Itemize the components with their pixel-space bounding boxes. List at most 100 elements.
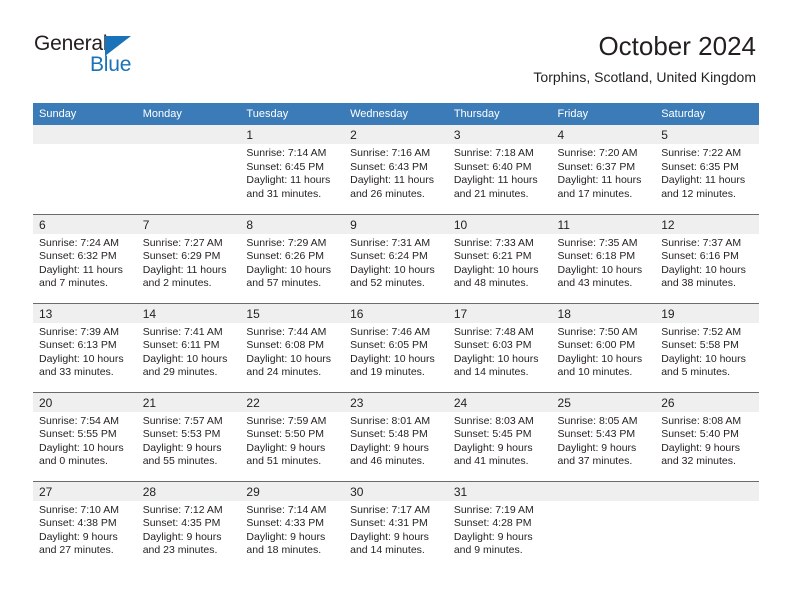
day-number: 4 xyxy=(551,125,656,144)
day-details: Sunrise: 7:20 AM Sunset: 6:37 PM Daylight:… xyxy=(552,144,656,201)
weekday-header-friday: Friday xyxy=(551,103,656,125)
calendar-day-cell[interactable]: 30 Sunrise: 7:17 AM Sunset: 4:31 PM Dayligh… xyxy=(344,480,448,570)
calendar-day-cell[interactable]: 12 Sunrise: 7:37 AM Sunset: 6:16 PM Dayligh… xyxy=(655,213,759,303)
day-number: 24 xyxy=(447,392,552,412)
daylight-text-line2: and 48 minutes. xyxy=(453,277,529,290)
calendar-day-cell[interactable]: 26 Sunrise: 8:08 AM Sunset: 5:40 PM Dayligh… xyxy=(655,391,759,481)
day-details: Sunrise: 7:16 AM Sunset: 6:43 PM Daylight:… xyxy=(344,144,448,201)
calendar-day-cell[interactable]: 29 Sunrise: 7:14 AM Sunset: 4:33 PM Dayligh… xyxy=(240,480,345,570)
sunrise-text: Sunrise: 7:14 AM xyxy=(246,503,327,516)
sunset-text: Sunset: 5:48 PM xyxy=(350,428,428,441)
daylight-text-line2: and 2 minutes. xyxy=(142,277,212,290)
calendar-day-cell[interactable]: 20 Sunrise: 7:54 AM Sunset: 5:55 PM Dayligh… xyxy=(33,391,137,481)
calendar-day-cell[interactable]: 6 Sunrise: 7:24 AM Sunset: 6:32 PM Daylight… xyxy=(33,213,137,303)
daylight-text-line2: and 24 minutes. xyxy=(246,366,322,379)
calendar-day-cell[interactable]: 18 Sunrise: 7:50 AM Sunset: 6:00 PM Dayligh… xyxy=(551,302,656,392)
daylight-text-line2: and 33 minutes. xyxy=(39,366,114,379)
calendar-day-cell[interactable]: 7 Sunrise: 7:27 AM Sunset: 6:29 PM Daylight… xyxy=(136,213,241,303)
sunrise-text: Sunrise: 7:22 AM xyxy=(661,147,742,159)
day-number: 18 xyxy=(551,303,656,323)
calendar-page: General Blue October 2024 Torphins, Scot… xyxy=(0,0,792,612)
day-number: 11 xyxy=(551,214,656,234)
day-number xyxy=(551,481,656,501)
daylight-text-line2: and 55 minutes. xyxy=(142,455,218,468)
day-details: Sunrise: 7:54 AM Sunset: 5:55 PM Daylight:… xyxy=(33,412,137,469)
calendar-day-cell[interactable]: 23 Sunrise: 8:01 AM Sunset: 5:48 PM Dayligh… xyxy=(344,391,448,481)
calendar-day-cell[interactable]: 22 Sunrise: 7:59 AM Sunset: 5:50 PM Dayligh… xyxy=(240,391,345,481)
day-details: Sunrise: 7:18 AM Sunset: 6:40 PM Daylight:… xyxy=(448,144,552,201)
calendar-day-cell[interactable]: 5 Sunrise: 7:22 AM Sunset: 6:35 PM Daylight… xyxy=(655,125,759,214)
daylight-text-line2: and 5 minutes. xyxy=(661,366,731,379)
calendar-day-cell[interactable]: 15 Sunrise: 7:44 AM Sunset: 6:08 PM Dayligh… xyxy=(240,302,345,392)
daylight-text-line1: Daylight: 10 hours xyxy=(453,263,539,276)
daylight-text-line2: and 18 minutes. xyxy=(246,544,322,557)
day-number: 31 xyxy=(447,481,552,501)
calendar-day-cell-empty xyxy=(33,125,137,214)
calendar-day-cell[interactable]: 14 Sunrise: 7:41 AM Sunset: 6:11 PM Dayligh… xyxy=(136,302,241,392)
generalblue-logo[interactable]: General Blue xyxy=(34,32,254,84)
sunrise-text: Sunrise: 7:44 AM xyxy=(246,325,327,338)
daylight-text-line2: and 27 minutes. xyxy=(39,544,114,557)
calendar-day-cell[interactable]: 2 Sunrise: 7:16 AM Sunset: 6:43 PM Daylight… xyxy=(344,125,448,214)
daylight-text-line2: and 52 minutes. xyxy=(350,277,425,290)
day-details: Sunrise: 7:33 AM Sunset: 6:21 PM Daylight:… xyxy=(448,234,552,291)
calendar-day-cell[interactable]: 4 Sunrise: 7:20 AM Sunset: 6:37 PM Daylight… xyxy=(551,125,656,214)
daylight-text-line1: Daylight: 11 hours xyxy=(453,174,538,187)
daylight-text-line2: and 37 minutes. xyxy=(557,455,633,468)
sunset-text: Sunset: 5:55 PM xyxy=(39,428,117,441)
day-number: 8 xyxy=(240,214,345,234)
sunset-text: Sunset: 6:26 PM xyxy=(246,250,325,263)
calendar-day-cell[interactable]: 10 Sunrise: 7:33 AM Sunset: 6:21 PM Dayligh… xyxy=(447,213,552,303)
sunset-text: Sunset: 6:29 PM xyxy=(142,250,221,263)
day-number: 15 xyxy=(240,303,345,323)
sunset-text: Sunset: 6:43 PM xyxy=(350,160,428,173)
calendar-day-cell[interactable]: 24 Sunrise: 8:03 AM Sunset: 5:45 PM Dayligh… xyxy=(447,391,552,481)
daylight-text-line2: and 10 minutes. xyxy=(557,366,633,379)
sunrise-text: Sunrise: 7:12 AM xyxy=(142,503,223,516)
day-details: Sunrise: 7:12 AM Sunset: 4:35 PM Daylight:… xyxy=(137,501,241,558)
daylight-text-line2: and 29 minutes. xyxy=(142,366,218,379)
calendar-day-cell[interactable]: 17 Sunrise: 7:48 AM Sunset: 6:03 PM Dayligh… xyxy=(447,302,552,392)
sunrise-text: Sunrise: 7:48 AM xyxy=(453,325,534,338)
calendar-day-cell[interactable]: 21 Sunrise: 7:57 AM Sunset: 5:53 PM Dayligh… xyxy=(136,391,241,481)
day-number: 6 xyxy=(33,214,137,234)
sunset-text: Sunset: 6:40 PM xyxy=(453,160,532,173)
sunset-text: Sunset: 6:08 PM xyxy=(246,339,325,352)
daylight-text-line2: and 46 minutes. xyxy=(350,455,425,468)
calendar-grid: Sunday Monday Tuesday Wednesday Thursday Frid… xyxy=(33,103,759,570)
day-details: Sunrise: 7:50 AM Sunset: 6:00 PM Daylight:… xyxy=(552,323,656,380)
calendar-day-cell[interactable]: 13 Sunrise: 7:39 AM Sunset: 6:13 PM Dayligh… xyxy=(33,302,137,392)
calendar-day-cell[interactable]: 19 Sunrise: 7:52 AM Sunset: 5:58 PM Dayligh… xyxy=(655,302,759,392)
day-details: Sunrise: 7:52 AM Sunset: 5:58 PM Daylight:… xyxy=(655,323,759,380)
calendar-day-cell-empty xyxy=(551,480,656,570)
sunset-text: Sunset: 4:38 PM xyxy=(39,517,117,530)
day-number xyxy=(136,125,241,144)
calendar-day-cell[interactable]: 31 Sunrise: 7:19 AM Sunset: 4:28 PM Dayligh… xyxy=(447,480,552,570)
sunrise-text: Sunrise: 7:59 AM xyxy=(246,414,327,427)
daylight-text-line1: Daylight: 11 hours xyxy=(142,263,227,276)
page-title: October 2024 xyxy=(598,31,756,61)
calendar-day-cell[interactable]: 27 Sunrise: 7:10 AM Sunset: 4:38 PM Dayligh… xyxy=(33,480,137,570)
day-details: Sunrise: 7:27 AM Sunset: 6:29 PM Daylight:… xyxy=(137,234,241,291)
sunrise-text: Sunrise: 8:01 AM xyxy=(350,414,431,427)
daylight-text-line2: and 14 minutes. xyxy=(350,544,425,557)
calendar-day-cell[interactable]: 9 Sunrise: 7:31 AM Sunset: 6:24 PM Daylight… xyxy=(344,213,448,303)
calendar-day-cell[interactable]: 25 Sunrise: 8:05 AM Sunset: 5:43 PM Dayligh… xyxy=(551,391,656,481)
calendar-day-cell[interactable]: 11 Sunrise: 7:35 AM Sunset: 6:18 PM Dayligh… xyxy=(551,213,656,303)
day-details: Sunrise: 7:59 AM Sunset: 5:50 PM Daylight:… xyxy=(240,412,344,469)
calendar-day-cell[interactable]: 3 Sunrise: 7:18 AM Sunset: 6:40 PM Daylight… xyxy=(447,125,552,214)
sunset-text: Sunset: 4:35 PM xyxy=(142,517,221,530)
sunrise-text: Sunrise: 8:03 AM xyxy=(453,414,534,427)
calendar-day-cell[interactable]: 16 Sunrise: 7:46 AM Sunset: 6:05 PM Dayligh… xyxy=(344,302,448,392)
day-number: 2 xyxy=(344,125,448,144)
day-number: 21 xyxy=(136,392,241,412)
calendar-day-cell[interactable]: 8 Sunrise: 7:29 AM Sunset: 6:26 PM Daylight… xyxy=(240,213,345,303)
sunrise-text: Sunrise: 7:18 AM xyxy=(453,147,534,159)
calendar-day-cell[interactable]: 1 Sunrise: 7:14 AM Sunset: 6:45 PM Daylight… xyxy=(240,125,345,214)
sunset-text: Sunset: 6:03 PM xyxy=(453,339,532,352)
daylight-text-line1: Daylight: 9 hours xyxy=(557,441,637,454)
daylight-text-line2: and 26 minutes. xyxy=(350,187,425,200)
sunset-text: Sunset: 6:13 PM xyxy=(39,339,117,352)
calendar-day-cell[interactable]: 28 Sunrise: 7:12 AM Sunset: 4:35 PM Dayligh… xyxy=(136,480,241,570)
page-header: General Blue October 2024 Torphins, Scot… xyxy=(0,0,792,100)
